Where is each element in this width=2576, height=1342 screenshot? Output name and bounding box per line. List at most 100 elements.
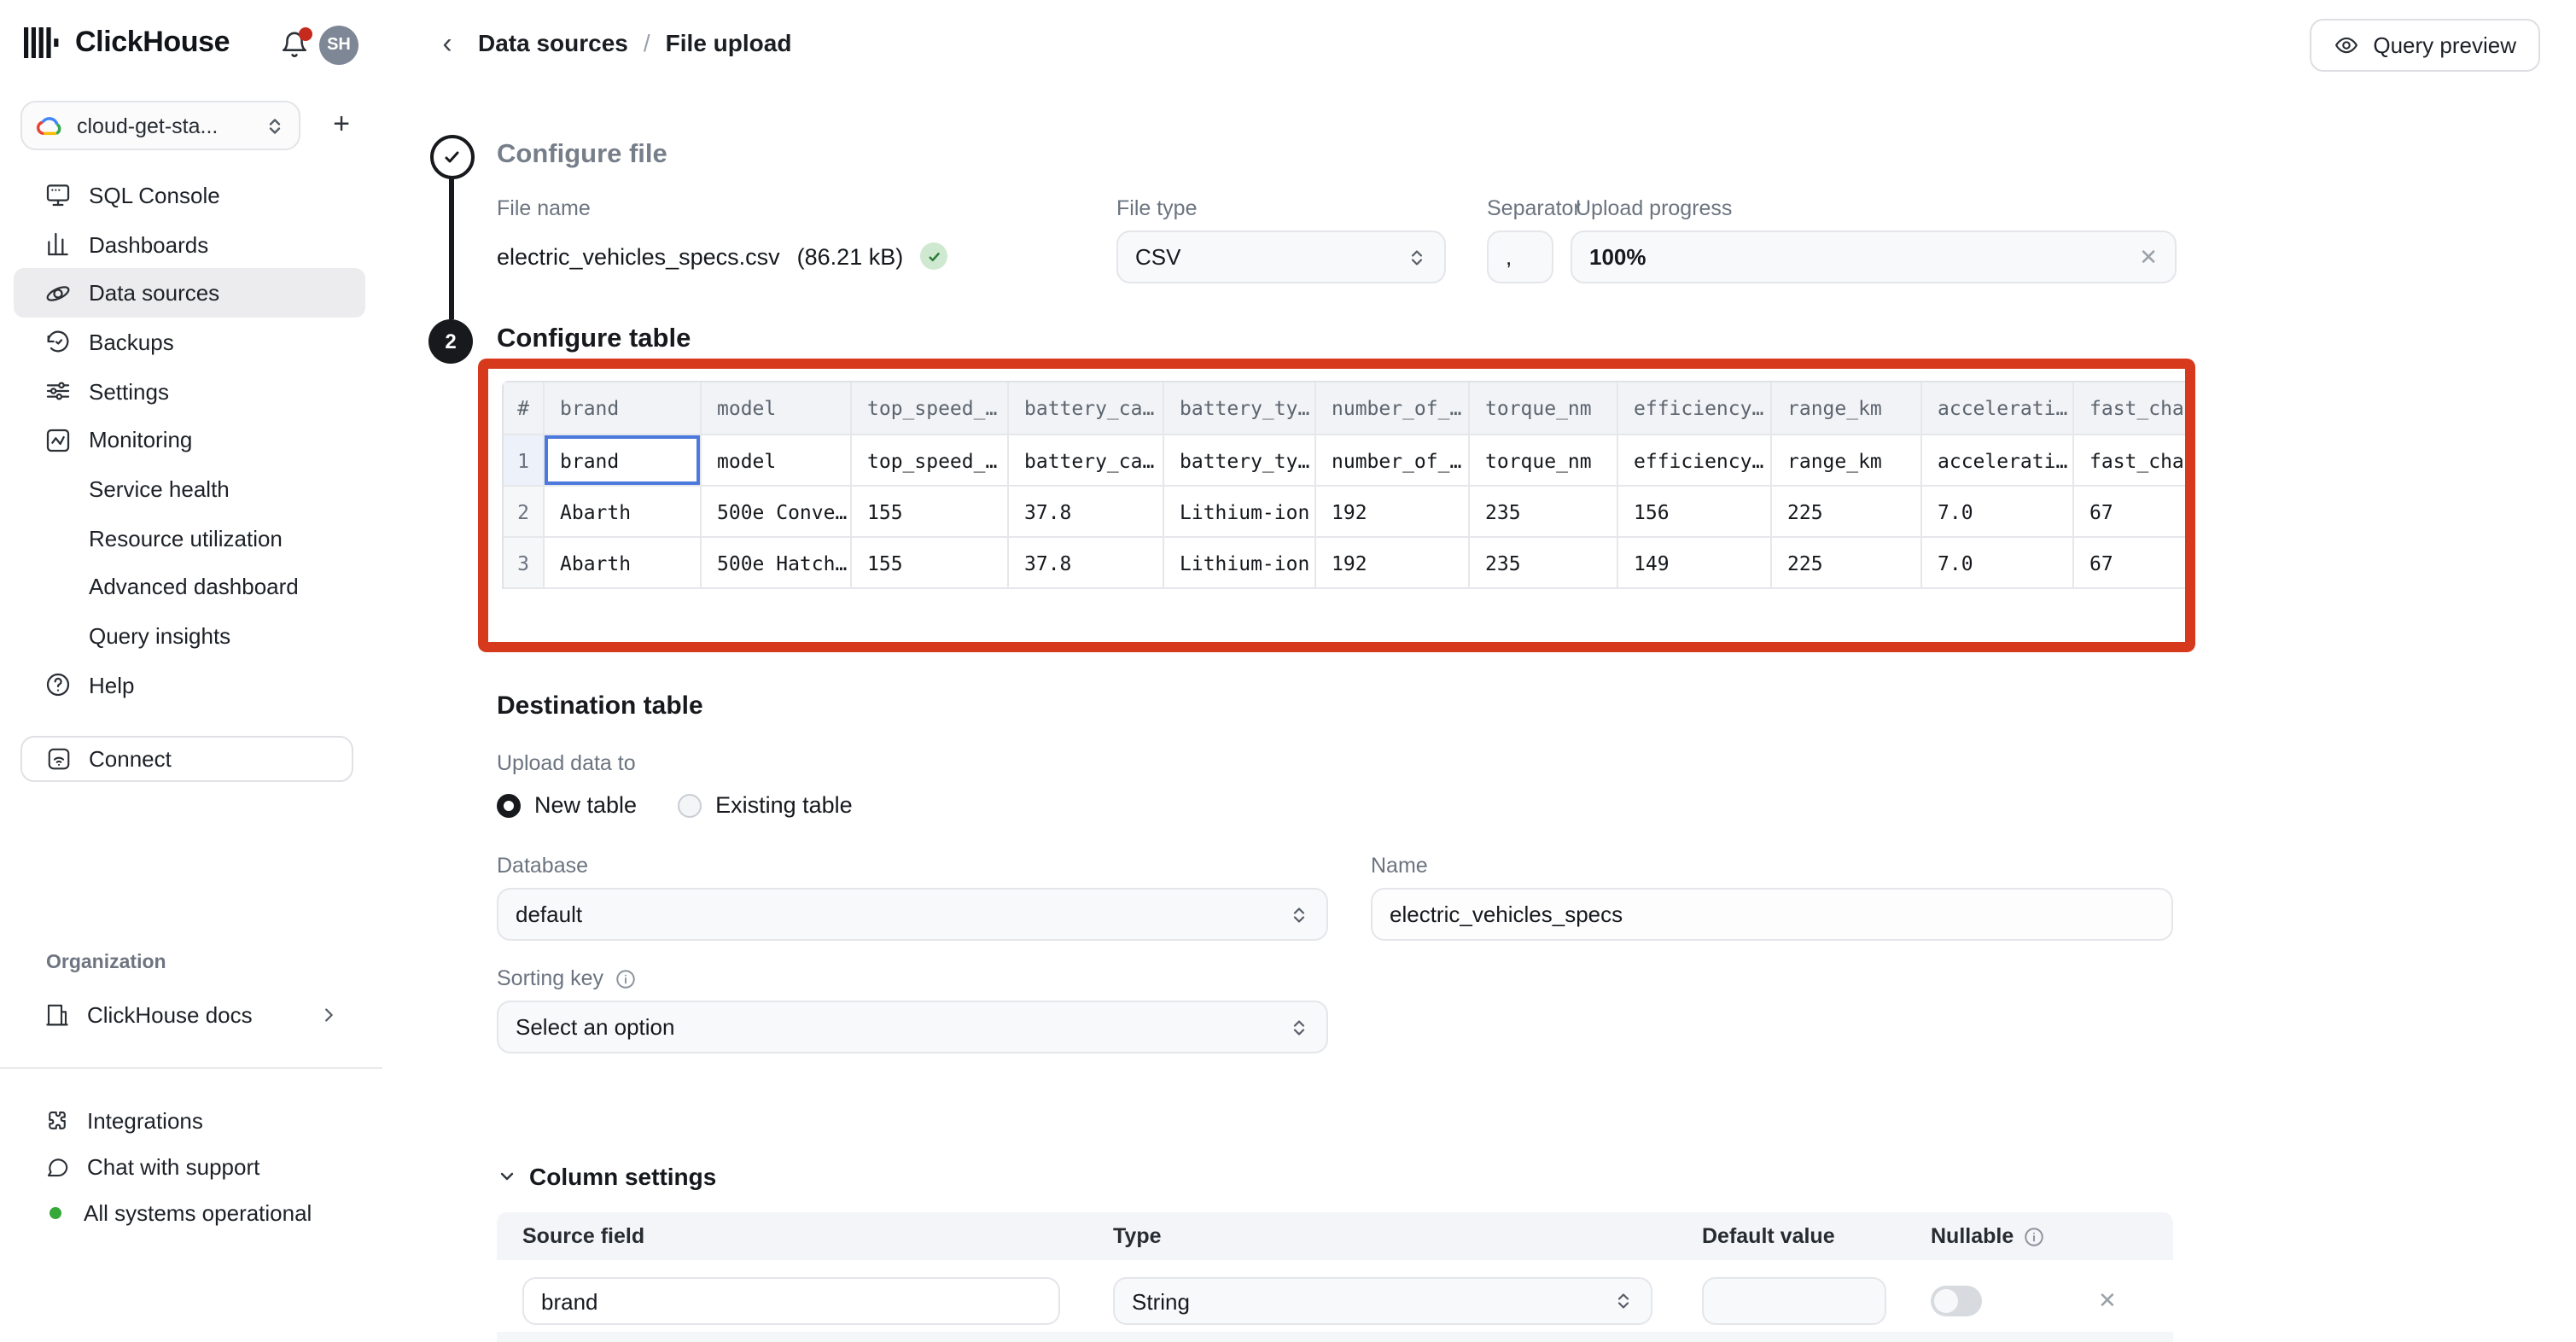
highlight-box: # brand model top_speed_… battery_ca… ba… [478, 359, 2195, 652]
table-cell[interactable]: model [702, 435, 852, 485]
type-select[interactable]: String [1113, 1277, 1652, 1325]
sidebar-item-help[interactable]: Help [14, 661, 365, 709]
table-cell[interactable]: efficiency… [1618, 435, 1772, 485]
database-label: Database [497, 854, 588, 878]
sidebar-item-data-sources[interactable]: Data sources [14, 269, 365, 318]
table-cell[interactable]: torque_nm [1470, 435, 1618, 485]
clickhouse-logo[interactable]: ClickHouse [22, 24, 230, 61]
nullable-toggle[interactable] [1931, 1286, 1982, 1316]
new-table-radio[interactable] [497, 793, 521, 817]
notification-dot [299, 27, 312, 41]
column-header: accelerati… [1922, 382, 2074, 434]
configure-table-title: Configure table [497, 324, 691, 355]
table-cell: 155 [852, 487, 1009, 536]
clear-upload-icon[interactable]: ✕ [2139, 246, 2158, 268]
sidebar-item-clickhouse-docs[interactable]: ClickHouse docs [14, 990, 365, 1038]
sorting-key-select[interactable]: Select an option [497, 1001, 1328, 1053]
database-value: default [516, 901, 1289, 927]
chevron-down-icon [497, 1166, 517, 1187]
table-name-input[interactable] [1371, 888, 2173, 941]
column-header: top_speed_… [852, 382, 1009, 434]
file-type-value: CSV [1135, 244, 1407, 270]
table-cell[interactable]: battery_ty… [1164, 435, 1316, 485]
remove-column-icon[interactable]: ✕ [2098, 1289, 2117, 1311]
back-button[interactable]: ‹ [434, 29, 461, 60]
preview-table-wrap: # brand model top_speed_… battery_ca… ba… [502, 381, 2188, 589]
existing-table-radio[interactable] [678, 793, 702, 817]
sorting-key-label: Sorting key [497, 966, 603, 990]
table-cell[interactable]: top_speed_… [852, 435, 1009, 485]
separator-value: , [1506, 244, 1512, 270]
upload-data-to-label: Upload data to [497, 751, 636, 775]
table-cell[interactable]: battery_ca… [1009, 435, 1164, 485]
row-number: 1 [504, 435, 545, 485]
table-cell: 192 [1316, 538, 1470, 587]
step-2-indicator: 2 [428, 319, 473, 364]
name-label: Name [1371, 854, 1428, 878]
building-icon [44, 1001, 70, 1027]
bar-chart-icon [44, 230, 72, 258]
user-avatar[interactable]: SH [319, 26, 358, 65]
table-cell: 235 [1470, 487, 1618, 536]
upload-progress-label: Upload progress [1576, 196, 1732, 220]
sidebar-item-resource-utilization[interactable]: Resource utilization [14, 514, 365, 563]
column-settings-next-row-edge [497, 1332, 2173, 1342]
history-icon [44, 329, 72, 356]
column-settings-header: Source field Type Default value Nullable [497, 1212, 2173, 1260]
add-service-button[interactable]: + [323, 106, 360, 143]
service-selector[interactable]: cloud-get-sta... [20, 101, 300, 150]
column-header: brand [545, 382, 702, 434]
check-icon [442, 147, 463, 167]
column-settings-toggle[interactable]: Column settings [497, 1163, 716, 1190]
sidebar-item-query-insights[interactable]: Query insights [14, 611, 365, 660]
system-status-label: All systems operational [84, 1199, 312, 1225]
query-preview-button[interactable]: Query preview [2310, 19, 2540, 72]
breadcrumb-data-sources[interactable]: Data sources [478, 29, 628, 56]
organization-section-label: Organization [46, 953, 166, 973]
sidebar-divider [0, 1067, 382, 1069]
database-select[interactable]: default [497, 888, 1328, 941]
file-size-text: (86.21 kB) [797, 243, 904, 269]
connect-button[interactable]: Connect [20, 736, 353, 782]
separator-input[interactable]: , [1487, 230, 1553, 283]
default-value-input[interactable] [1702, 1277, 1886, 1325]
chevron-up-down-icon [1613, 1291, 1634, 1311]
notifications-button[interactable] [280, 31, 311, 61]
table-cell-selected[interactable]: brand [545, 435, 702, 485]
sidebar-item-sql-console[interactable]: SQL Console [14, 171, 365, 219]
sidebar: ClickHouse SH cloud-get-sta... + [0, 0, 384, 1260]
sidebar-item-integrations[interactable]: Integrations [14, 1096, 365, 1144]
new-table-label: New table [534, 792, 637, 818]
sidebar-item-dashboards[interactable]: Dashboards [14, 219, 365, 268]
table-row: 2 Abarth 500e Conve… 155 37.8 Lithium-io… [504, 487, 2188, 538]
source-field-header: Source field [522, 1224, 644, 1248]
toggle-knob [1934, 1289, 1958, 1313]
sidebar-item-monitoring[interactable]: Monitoring [14, 416, 365, 464]
sidebar-item-system-status[interactable]: All systems operational [14, 1188, 365, 1236]
table-cell[interactable]: range_km [1772, 435, 1922, 485]
sidebar-item-chat-with-support[interactable]: Chat with support [14, 1142, 365, 1190]
file-type-select[interactable]: CSV [1116, 230, 1446, 283]
sidebar-item-backups[interactable]: Backups [14, 318, 365, 366]
info-icon [2022, 1225, 2044, 1247]
type-header: Type [1113, 1224, 1162, 1248]
column-header: number_of_… [1316, 382, 1470, 434]
file-name-value: electric_vehicles_specs.csv (86.21 kB) [497, 242, 947, 270]
step-1-complete-indicator [430, 135, 475, 179]
column-header: model [702, 382, 852, 434]
source-field-input[interactable] [522, 1277, 1060, 1325]
table-cell[interactable]: number_of_… [1316, 435, 1470, 485]
table-row: 1 brand model top_speed_… battery_ca… ba… [504, 435, 2188, 487]
sidebar-item-advanced-dashboard[interactable]: Advanced dashboard [14, 563, 365, 611]
file-name-text: electric_vehicles_specs.csv [497, 243, 780, 269]
table-cell[interactable]: fast_cha [2074, 435, 2188, 485]
sidebar-item-service-health[interactable]: Service health [14, 464, 365, 513]
table-cell[interactable]: accelerati… [1922, 435, 2074, 485]
check-icon [926, 248, 941, 264]
sidebar-item-settings[interactable]: Settings [14, 367, 365, 416]
sorting-key-label-row: Sorting key [497, 966, 636, 990]
table-cell: Abarth [545, 487, 702, 536]
main-content: 2 Configure file File name File type Sep… [382, 90, 2576, 1260]
breadcrumb-file-upload: File upload [666, 29, 792, 56]
column-header: efficiency… [1618, 382, 1772, 434]
